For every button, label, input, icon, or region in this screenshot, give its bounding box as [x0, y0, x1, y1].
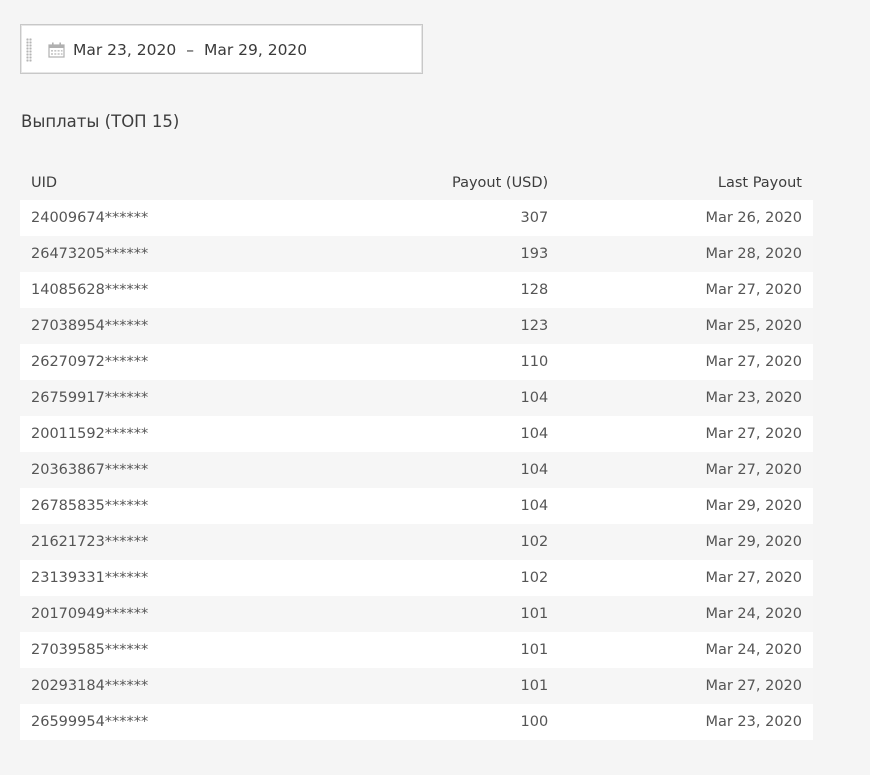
table-row: 27039585****** 101 Mar 24, 2020 — [20, 632, 813, 668]
cell-uid: 23139331****** — [31, 570, 149, 586]
cell-last-payout: Mar 27, 2020 — [705, 354, 802, 370]
cell-last-payout: Mar 28, 2020 — [705, 246, 802, 262]
cell-uid: 26473205****** — [31, 246, 149, 262]
cell-uid: 27039585****** — [31, 642, 149, 658]
table-body: 24009674****** 307 Mar 26, 2020 26473205**… — [20, 200, 813, 740]
cell-payout: 128 — [520, 282, 549, 298]
cell-uid: 24009674****** — [31, 210, 149, 226]
drag-handle-icon[interactable] — [26, 38, 32, 62]
cell-uid: 26785835****** — [31, 498, 149, 514]
table-row: 20363867****** 104 Mar 27, 2020 — [20, 452, 813, 488]
table-row: 23139331****** 102 Mar 27, 2020 — [20, 560, 813, 596]
cell-last-payout: Mar 24, 2020 — [705, 642, 802, 658]
cell-last-payout: Mar 23, 2020 — [705, 714, 802, 730]
cell-uid: 26759917****** — [31, 390, 149, 406]
cell-uid: 21621723****** — [31, 534, 149, 550]
cell-payout: 123 — [520, 318, 549, 334]
table-header-row: UID Payout (USD) Last Payout — [20, 166, 813, 200]
cell-payout: 104 — [520, 390, 549, 406]
cell-uid: 20011592****** — [31, 426, 149, 442]
calendar-icon — [48, 42, 65, 58]
column-header-payout[interactable]: Payout (USD) — [337, 166, 559, 200]
cell-payout: 193 — [520, 246, 549, 262]
payouts-table: UID Payout (USD) Last Payout 24009674***… — [20, 166, 813, 740]
cell-payout: 307 — [520, 210, 549, 226]
table-row: 20293184****** 101 Mar 27, 2020 — [20, 668, 813, 704]
cell-uid: 14085628****** — [31, 282, 149, 298]
cell-last-payout: Mar 23, 2020 — [705, 390, 802, 406]
cell-last-payout: Mar 27, 2020 — [705, 282, 802, 298]
date-separator: – — [186, 41, 194, 59]
end-date[interactable]: Mar 29, 2020 — [204, 41, 307, 59]
cell-last-payout: Mar 27, 2020 — [705, 426, 802, 442]
table-row: 26270972****** 110 Mar 27, 2020 — [20, 344, 813, 380]
cell-last-payout: Mar 29, 2020 — [705, 534, 802, 550]
cell-payout: 101 — [520, 642, 549, 658]
cell-uid: 26599954****** — [31, 714, 149, 730]
cell-uid: 20170949****** — [31, 606, 149, 622]
cell-last-payout: Mar 24, 2020 — [705, 606, 802, 622]
cell-payout: 102 — [520, 570, 549, 586]
cell-payout: 101 — [520, 678, 549, 694]
table-row: 21621723****** 102 Mar 29, 2020 — [20, 524, 813, 560]
table-row: 26599954****** 100 Mar 23, 2020 — [20, 704, 813, 740]
cell-payout: 104 — [520, 498, 549, 514]
table-row: 26785835****** 104 Mar 29, 2020 — [20, 488, 813, 524]
table-row: 27038954****** 123 Mar 25, 2020 — [20, 308, 813, 344]
cell-last-payout: Mar 26, 2020 — [705, 210, 802, 226]
cell-payout: 104 — [520, 462, 549, 478]
column-header-last-payout[interactable]: Last Payout — [559, 166, 813, 200]
cell-uid: 27038954****** — [31, 318, 149, 334]
cell-payout: 102 — [520, 534, 549, 550]
table-row: 26473205****** 193 Mar 28, 2020 — [20, 236, 813, 272]
cell-payout: 104 — [520, 426, 549, 442]
cell-last-payout: Mar 25, 2020 — [705, 318, 802, 334]
cell-payout: 100 — [520, 714, 549, 730]
cell-uid: 26270972****** — [31, 354, 149, 370]
cell-last-payout: Mar 27, 2020 — [705, 678, 802, 694]
column-header-uid[interactable]: UID — [20, 166, 337, 200]
cell-uid: 20363867****** — [31, 462, 149, 478]
cell-payout: 110 — [520, 354, 549, 370]
date-range-text[interactable]: Mar 23, 2020– Mar 29, 2020 — [73, 25, 307, 75]
table-row: 20170949****** 101 Mar 24, 2020 — [20, 596, 813, 632]
page-title: Выплаты (ТОП 15) — [21, 112, 180, 131]
cell-payout: 101 — [520, 606, 549, 622]
table-row: 14085628****** 128 Mar 27, 2020 — [20, 272, 813, 308]
cell-last-payout: Mar 27, 2020 — [705, 462, 802, 478]
cell-last-payout: Mar 27, 2020 — [705, 570, 802, 586]
cell-last-payout: Mar 29, 2020 — [705, 498, 802, 514]
cell-uid: 20293184****** — [31, 678, 149, 694]
table-row: 24009674****** 307 Mar 26, 2020 — [20, 200, 813, 236]
table-row: 20011592****** 104 Mar 27, 2020 — [20, 416, 813, 452]
table-row: 26759917****** 104 Mar 23, 2020 — [20, 380, 813, 416]
date-range-picker[interactable]: Mar 23, 2020– Mar 29, 2020 — [20, 24, 423, 74]
start-date[interactable]: Mar 23, 2020 — [73, 41, 176, 59]
